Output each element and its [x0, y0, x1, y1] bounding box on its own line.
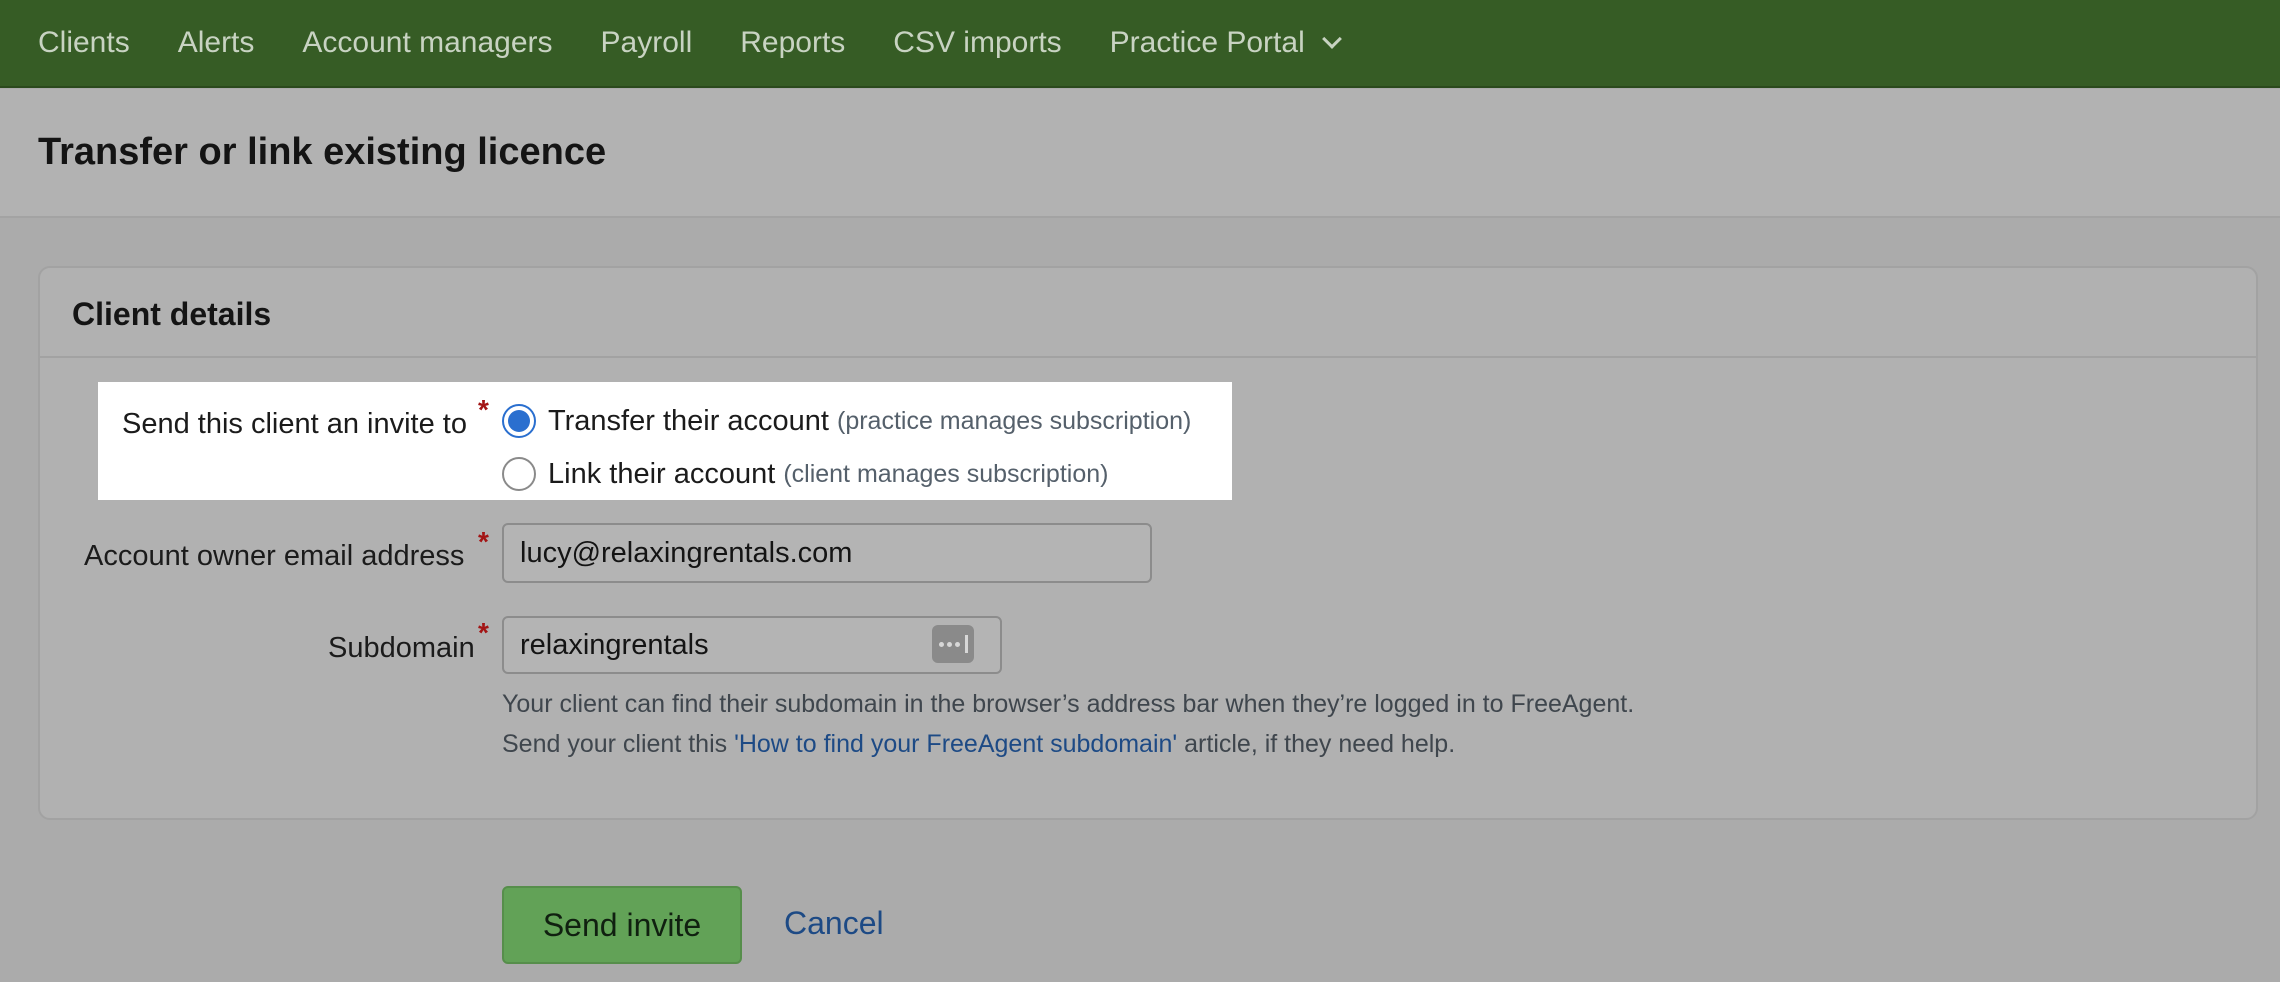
radio-link-input[interactable] — [502, 457, 536, 491]
radio-selected-dot — [508, 410, 530, 432]
radio-link-hint: (client manages subscription) — [783, 459, 1109, 488]
help-article-link[interactable]: 'How to find your FreeAgent subdomain' — [734, 730, 1177, 758]
nav-item-practice-portal-label: Practice Portal — [1109, 26, 1305, 59]
card-title: Client details — [72, 296, 272, 332]
cancel-link[interactable]: Cancel — [784, 905, 884, 942]
nav-item-clients[interactable]: Clients — [38, 26, 130, 60]
email-field[interactable] — [502, 523, 1152, 583]
radio-transfer-input[interactable] — [502, 404, 536, 438]
nav-item-payroll[interactable]: Payroll — [601, 26, 693, 60]
more-options-icon[interactable] — [932, 625, 974, 663]
help-suffix: article, if they need help. — [1177, 730, 1456, 758]
subdomain-help-line1: Your client can find their subdomain in … — [502, 690, 1635, 718]
radio-transfer-hint: (practice manages subscription) — [837, 406, 1192, 435]
subdomain-label: Subdomain — [328, 632, 475, 664]
radio-link-label: Link their account — [548, 457, 776, 490]
radio-transfer-label: Transfer their account — [548, 404, 829, 437]
invite-label: Send this client an invite to — [122, 408, 467, 440]
email-required-mark: * — [478, 526, 489, 557]
page-header: Transfer or link existing licence — [0, 89, 2280, 218]
subdomain-required-mark: * — [478, 617, 489, 648]
send-invite-button[interactable]: Send invite — [502, 886, 742, 964]
nav-item-account-managers[interactable]: Account managers — [302, 26, 552, 60]
invite-required-mark: * — [478, 394, 489, 425]
radio-transfer-account[interactable]: Transfer their account (practice manages… — [502, 404, 1191, 438]
email-label: Account owner email address — [84, 540, 465, 572]
subdomain-help-line2: Send your client this 'How to find your … — [502, 730, 1455, 759]
help-prefix: Send your client this — [502, 730, 735, 758]
page-title: Transfer or link existing licence — [38, 131, 607, 173]
top-navigation: Clients Alerts Account managers Payroll … — [0, 0, 2280, 88]
nav-item-csv-imports[interactable]: CSV imports — [893, 26, 1061, 60]
chevron-down-icon — [1321, 29, 1342, 49]
nav-item-alerts[interactable]: Alerts — [178, 26, 255, 60]
nav-item-practice-portal[interactable]: Practice Portal — [1109, 26, 1342, 60]
radio-link-account[interactable]: Link their account (client manages subsc… — [502, 457, 1108, 491]
nav-item-reports[interactable]: Reports — [740, 26, 845, 60]
card-header: Client details — [40, 268, 2256, 358]
subdomain-input[interactable] — [502, 616, 1002, 674]
